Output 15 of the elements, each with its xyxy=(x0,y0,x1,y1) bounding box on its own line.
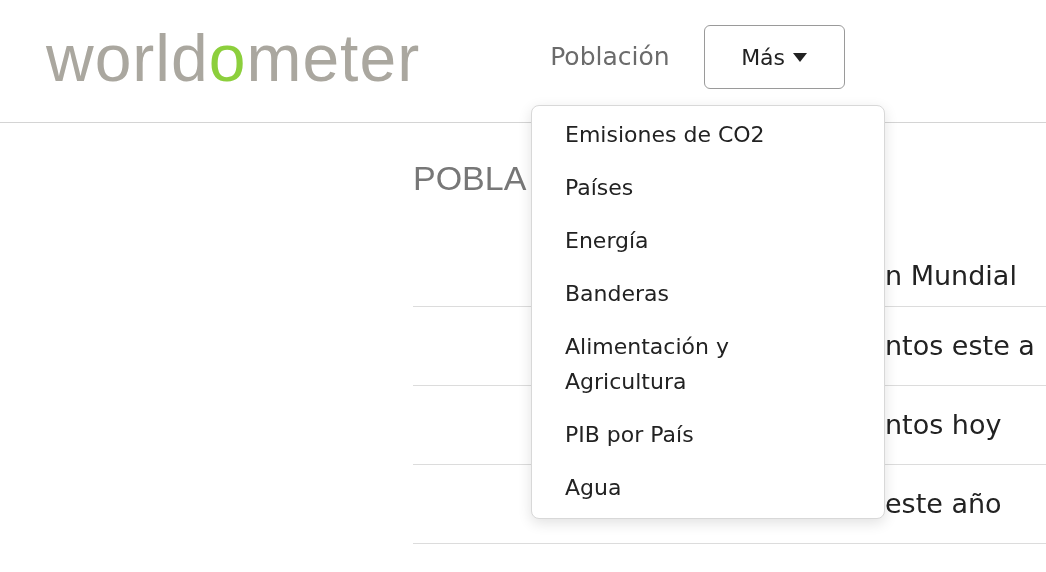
menu-item[interactable]: Banderas xyxy=(532,267,884,320)
nav-link[interactable]: Población xyxy=(550,38,670,76)
menu-item[interactable]: PIB por País xyxy=(532,408,884,461)
menu-item[interactable]: Países xyxy=(532,161,884,214)
table-cell-text: este año xyxy=(885,486,1003,521)
menu-item[interactable]: Alimentación y Agricultura xyxy=(532,320,884,408)
caret-icon xyxy=(793,52,808,62)
table-cell-text: ntos hoy xyxy=(885,407,1003,442)
table-cell-text: ntos este a xyxy=(885,328,1036,363)
menu-item[interactable]: Agua xyxy=(532,461,884,514)
more-button[interactable]: Más xyxy=(703,25,845,89)
table-cell-text: n Mundial xyxy=(885,259,1018,294)
menu-item[interactable]: Energía xyxy=(532,214,884,267)
page-heading: POBLA xyxy=(413,161,527,195)
menu-item[interactable]: Emisiones de CO2 xyxy=(532,108,884,161)
